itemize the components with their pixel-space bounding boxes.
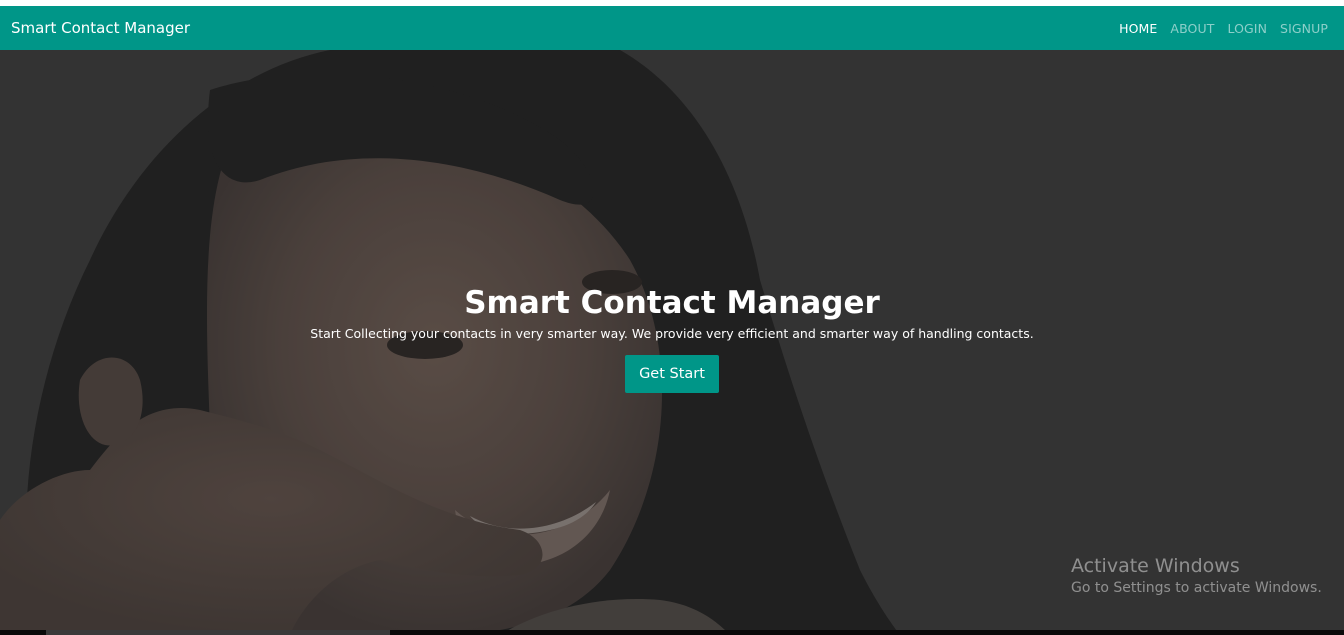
nav-link-home[interactable]: HOME xyxy=(1119,21,1157,36)
get-start-button[interactable]: Get Start xyxy=(625,355,719,393)
watermark-subtitle: Go to Settings to activate Windows. xyxy=(1071,580,1322,596)
taskbar-segment xyxy=(46,630,390,635)
nav-link-about[interactable]: ABOUT xyxy=(1170,21,1214,36)
hero-banner: Smart Contact Manager Start Collecting y… xyxy=(0,50,1344,635)
hero-title: Smart Contact Manager xyxy=(464,285,880,321)
hero-content: Smart Contact Manager Start Collecting y… xyxy=(0,284,1344,393)
nav-link-signup[interactable]: SIGNUP xyxy=(1280,21,1328,36)
nav-links: HOME ABOUT LOGIN SIGNUP xyxy=(1119,21,1328,36)
taskbar-strip xyxy=(0,630,1344,635)
page: Smart Contact Manager HOME ABOUT LOGIN S… xyxy=(0,0,1344,635)
nav-link-login[interactable]: LOGIN xyxy=(1227,21,1267,36)
hero-subtitle: Start Collecting your contacts in very s… xyxy=(310,326,1034,341)
watermark-title: Activate Windows xyxy=(1071,555,1240,577)
navbar: Smart Contact Manager HOME ABOUT LOGIN S… xyxy=(0,6,1344,50)
brand-link[interactable]: Smart Contact Manager xyxy=(11,19,190,37)
activate-windows-watermark: Activate Windows Go to Settings to activ… xyxy=(1071,555,1322,598)
